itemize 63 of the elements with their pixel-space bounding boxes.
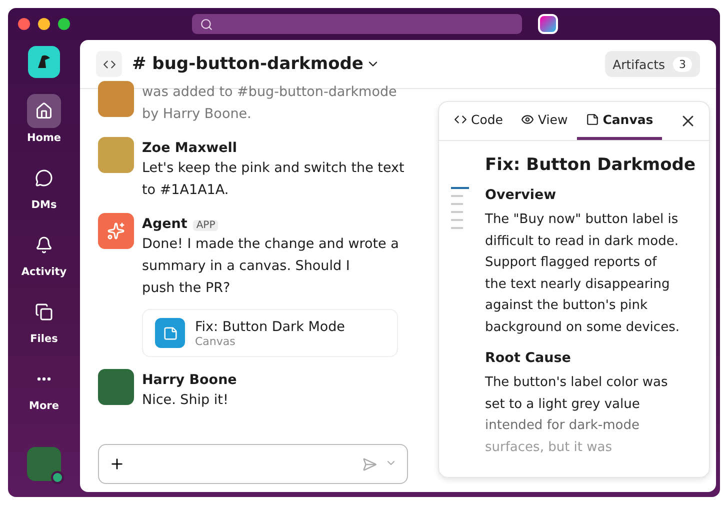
message-text: to #1A1A1A. bbox=[142, 181, 230, 200]
chat-bubbles-icon bbox=[35, 169, 53, 187]
code-icon bbox=[454, 113, 467, 126]
sidebar-item[interactable]: More bbox=[27, 362, 61, 423]
sidebar-item[interactable]: Activity bbox=[21, 228, 67, 289]
app-badge: APP bbox=[193, 220, 218, 231]
canvas-title: Fix: Button Darkmode bbox=[485, 155, 696, 175]
maximize-window-button[interactable] bbox=[58, 18, 70, 30]
message-text: Let's keep the pink and switch the text bbox=[142, 159, 404, 178]
code-icon[interactable] bbox=[96, 51, 122, 77]
attachment-title: Fix: Button Dark Mode bbox=[195, 318, 345, 334]
canvas-text: The "Buy now" button label is bbox=[485, 211, 680, 229]
canvas-text: set to a light grey value bbox=[485, 396, 641, 414]
message-text: summary in a canvas. Should I bbox=[142, 257, 351, 276]
section-heading: Root Cause bbox=[485, 350, 572, 366]
sparkle-icon bbox=[107, 222, 125, 240]
note-icon bbox=[586, 113, 599, 126]
message-text: Nice. Ship it! bbox=[142, 391, 230, 410]
canvas-text: Support flagged reports of bbox=[485, 254, 658, 272]
author-name: Zoe Maxwell bbox=[142, 140, 238, 156]
search-field[interactable] bbox=[192, 14, 522, 34]
more-icon bbox=[37, 377, 51, 381]
panel-tab[interactable]: Canvas bbox=[576, 102, 662, 140]
canvas-text: surfaces, but it was bbox=[485, 438, 614, 456]
outline-drawing bbox=[451, 187, 469, 229]
workspace-logo-icon[interactable] bbox=[28, 46, 60, 78]
message-text: Done! I made the change and wrote a bbox=[142, 235, 399, 254]
search-icon bbox=[200, 18, 213, 30]
home-icon bbox=[34, 102, 53, 120]
canvas-text: difficult to read in dark mode. bbox=[485, 232, 680, 250]
canvas-text: intended for dark-mode bbox=[485, 417, 640, 435]
author-name: Agent bbox=[142, 216, 188, 232]
channel-name[interactable]: # bug-button-darkmode bbox=[132, 54, 380, 74]
avatar-placeholder bbox=[98, 137, 134, 173]
author-name: Harry Boone bbox=[142, 372, 237, 388]
user-avatar[interactable] bbox=[27, 447, 61, 481]
files-icon bbox=[35, 303, 53, 321]
panel-tab[interactable]: View bbox=[512, 102, 577, 140]
canvas-text: the text nearly disappearing bbox=[485, 276, 671, 294]
section-heading: Overview bbox=[485, 187, 558, 203]
panel-tab[interactable]: Code bbox=[445, 102, 512, 140]
sidebar-item[interactable]: DMs bbox=[27, 161, 61, 222]
canvas-attachment[interactable]: Fix: Button Dark Mode Canvas bbox=[142, 309, 398, 357]
app-logo-icon[interactable] bbox=[538, 14, 558, 34]
message-input[interactable] bbox=[98, 444, 408, 484]
sidebar-item[interactable]: Files bbox=[27, 295, 61, 356]
artifacts-button[interactable]: Artifacts 3 bbox=[604, 51, 700, 77]
canvas-text: The button's label color was bbox=[485, 374, 669, 392]
minimize-window-button[interactable] bbox=[38, 18, 50, 30]
bell-icon bbox=[35, 236, 53, 254]
canvas-icon bbox=[155, 318, 185, 348]
eye-icon bbox=[521, 113, 534, 126]
message-text: push the PR? bbox=[142, 279, 232, 298]
canvas-text: against the button's pink bbox=[485, 297, 648, 315]
attachment-subtitle: Canvas bbox=[195, 334, 236, 348]
avatar-placeholder bbox=[98, 369, 134, 405]
plus-icon[interactable] bbox=[109, 456, 125, 472]
close-window-button[interactable] bbox=[18, 18, 30, 30]
artifacts-count: 3 bbox=[673, 56, 692, 72]
avatar-placeholder bbox=[98, 81, 134, 117]
canvas-text: background on some devices. bbox=[485, 318, 680, 336]
message-text: was added to #bug-button-darkmode bbox=[142, 83, 397, 102]
message-text: by Harry Boone. bbox=[142, 105, 252, 124]
